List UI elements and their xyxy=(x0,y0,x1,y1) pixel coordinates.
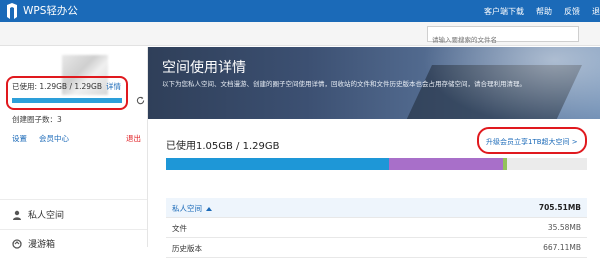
storage-usage-bar xyxy=(166,158,587,170)
storage-segment-3 xyxy=(502,158,507,170)
storage-segment-private xyxy=(166,158,390,170)
table-row[interactable]: 私人空间 705.51MB xyxy=(166,198,587,218)
sidebar-links: 设置 会员中心 退出 xyxy=(12,133,144,144)
row-name: 历史版本 xyxy=(172,244,202,253)
refresh-icon[interactable] xyxy=(136,96,145,105)
search-bar-area xyxy=(0,22,600,47)
used-storage-label: 已使用1.05GB / 1.29GB xyxy=(166,141,280,152)
usage-details-link[interactable]: 详情 xyxy=(106,82,121,91)
user-icon xyxy=(13,210,21,220)
banner-description: 以下为您私人空间、文档漫游、创建的圈子空间使用详情，回收站的文件和文件历史版本也… xyxy=(162,80,526,88)
member-center-link[interactable]: 会员中心 xyxy=(39,134,69,143)
nav-feedback[interactable]: 反馈 xyxy=(564,6,580,17)
wps-logo-icon xyxy=(7,3,17,19)
roaming-box-icon xyxy=(12,238,22,249)
top-bar: WPS轻办公 客户端下载 帮助 反馈 退 xyxy=(0,0,600,22)
sidebar-item-private-space[interactable]: 私人空间 xyxy=(12,208,64,221)
usage-label: 已使用: 1.29GB / 1.29GB xyxy=(12,82,103,91)
logout-link[interactable]: 退出 xyxy=(126,133,141,144)
banner-title: 空间使用详情 xyxy=(162,60,246,76)
nav-help[interactable]: 帮助 xyxy=(536,6,552,17)
usage-banner: 空间使用详情 以下为您私人空间、文档漫游、创建的圈子空间使用详情，回收站的文件和… xyxy=(148,47,600,119)
app-title: WPS轻办公 xyxy=(23,5,78,17)
search-input[interactable] xyxy=(428,33,578,47)
nav-exit[interactable]: 退 xyxy=(592,6,600,17)
nav-client-download[interactable]: 客户端下载 xyxy=(484,6,524,17)
table-row: 文件 35.58MB xyxy=(166,218,587,238)
settings-link[interactable]: 设置 xyxy=(12,134,27,143)
row-size: 35.58MB xyxy=(547,223,581,232)
row-name: 私人空间 xyxy=(172,203,212,214)
sidebar-divider xyxy=(0,229,147,230)
search-box xyxy=(427,26,579,47)
sidebar-item-label: 漫游箱 xyxy=(28,240,56,250)
storage-segment-2 xyxy=(389,158,503,170)
caret-up-icon xyxy=(206,207,212,211)
app-logo[interactable]: WPS轻办公 xyxy=(5,3,78,19)
row-size: 705.51MB xyxy=(538,203,581,212)
usage-table: 私人空间 705.51MB 文件 35.58MB 历史版本 667.11MB xyxy=(166,198,587,258)
row-name: 文件 xyxy=(172,224,187,233)
sidebar-item-label: 私人空间 xyxy=(28,211,65,221)
usage-progress-bar xyxy=(12,98,122,103)
top-nav: 客户端下载 帮助 反馈 退 xyxy=(484,0,600,22)
row-size: 667.11MB xyxy=(543,243,581,252)
sidebar-divider xyxy=(0,199,147,200)
table-row: 历史版本 667.11MB xyxy=(166,238,587,258)
groups-created: 创建圈子数：3 xyxy=(12,115,62,124)
upgrade-link[interactable]: 升级会员立享1TB超大空间 > xyxy=(486,137,578,147)
sidebar-item-roaming-box[interactable]: 漫游箱 xyxy=(12,237,55,250)
sidebar-usage: 已使用: 1.29GB / 1.29GB 详情 xyxy=(12,81,121,92)
